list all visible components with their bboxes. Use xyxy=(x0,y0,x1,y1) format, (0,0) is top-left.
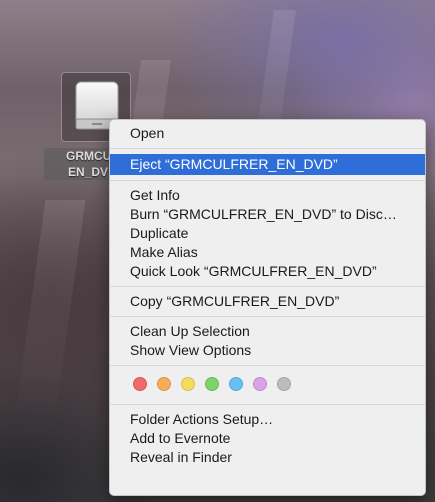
yellow-tag[interactable] xyxy=(181,377,195,391)
menu-item-clean-up-selection[interactable]: Clean Up Selection xyxy=(110,322,425,341)
menu-item-burn[interactable]: Burn “GRMCULFRER_EN_DVD” to Disc… xyxy=(110,205,425,224)
menu-item-quick-look[interactable]: Quick Look “GRMCULFRER_EN_DVD” xyxy=(110,262,425,281)
menu-separator xyxy=(110,286,425,287)
rock-texture xyxy=(14,200,86,420)
blue-tag[interactable] xyxy=(229,377,243,391)
menu-separator xyxy=(110,365,425,366)
menu-item-add-to-evernote[interactable]: Add to Evernote xyxy=(110,429,425,448)
red-tag[interactable] xyxy=(133,377,147,391)
menu-item-duplicate[interactable]: Duplicate xyxy=(110,224,425,243)
tag-color-row xyxy=(110,372,425,396)
menu-separator xyxy=(110,148,425,149)
menu-item-make-alias[interactable]: Make Alias xyxy=(110,243,425,262)
menu-separator xyxy=(110,316,425,317)
menu-separator xyxy=(110,180,425,181)
green-tag[interactable] xyxy=(205,377,219,391)
menu-item-reveal-in-finder[interactable]: Reveal in Finder xyxy=(110,448,425,467)
menu-item-eject[interactable]: Eject “GRMCULFRER_EN_DVD” xyxy=(110,154,425,175)
menu-separator xyxy=(110,404,425,405)
menu-item-show-view-options[interactable]: Show View Options xyxy=(110,341,425,360)
menu-item-get-info[interactable]: Get Info xyxy=(110,186,425,205)
context-menu: Open Eject “GRMCULFRER_EN_DVD” Get Info … xyxy=(109,119,426,496)
menu-item-open[interactable]: Open xyxy=(110,124,425,143)
purple-tag[interactable] xyxy=(253,377,267,391)
orange-tag[interactable] xyxy=(157,377,171,391)
gray-tag[interactable] xyxy=(277,377,291,391)
menu-item-folder-actions-setup[interactable]: Folder Actions Setup… xyxy=(110,410,425,429)
menu-item-copy[interactable]: Copy “GRMCULFRER_EN_DVD” xyxy=(110,292,425,311)
